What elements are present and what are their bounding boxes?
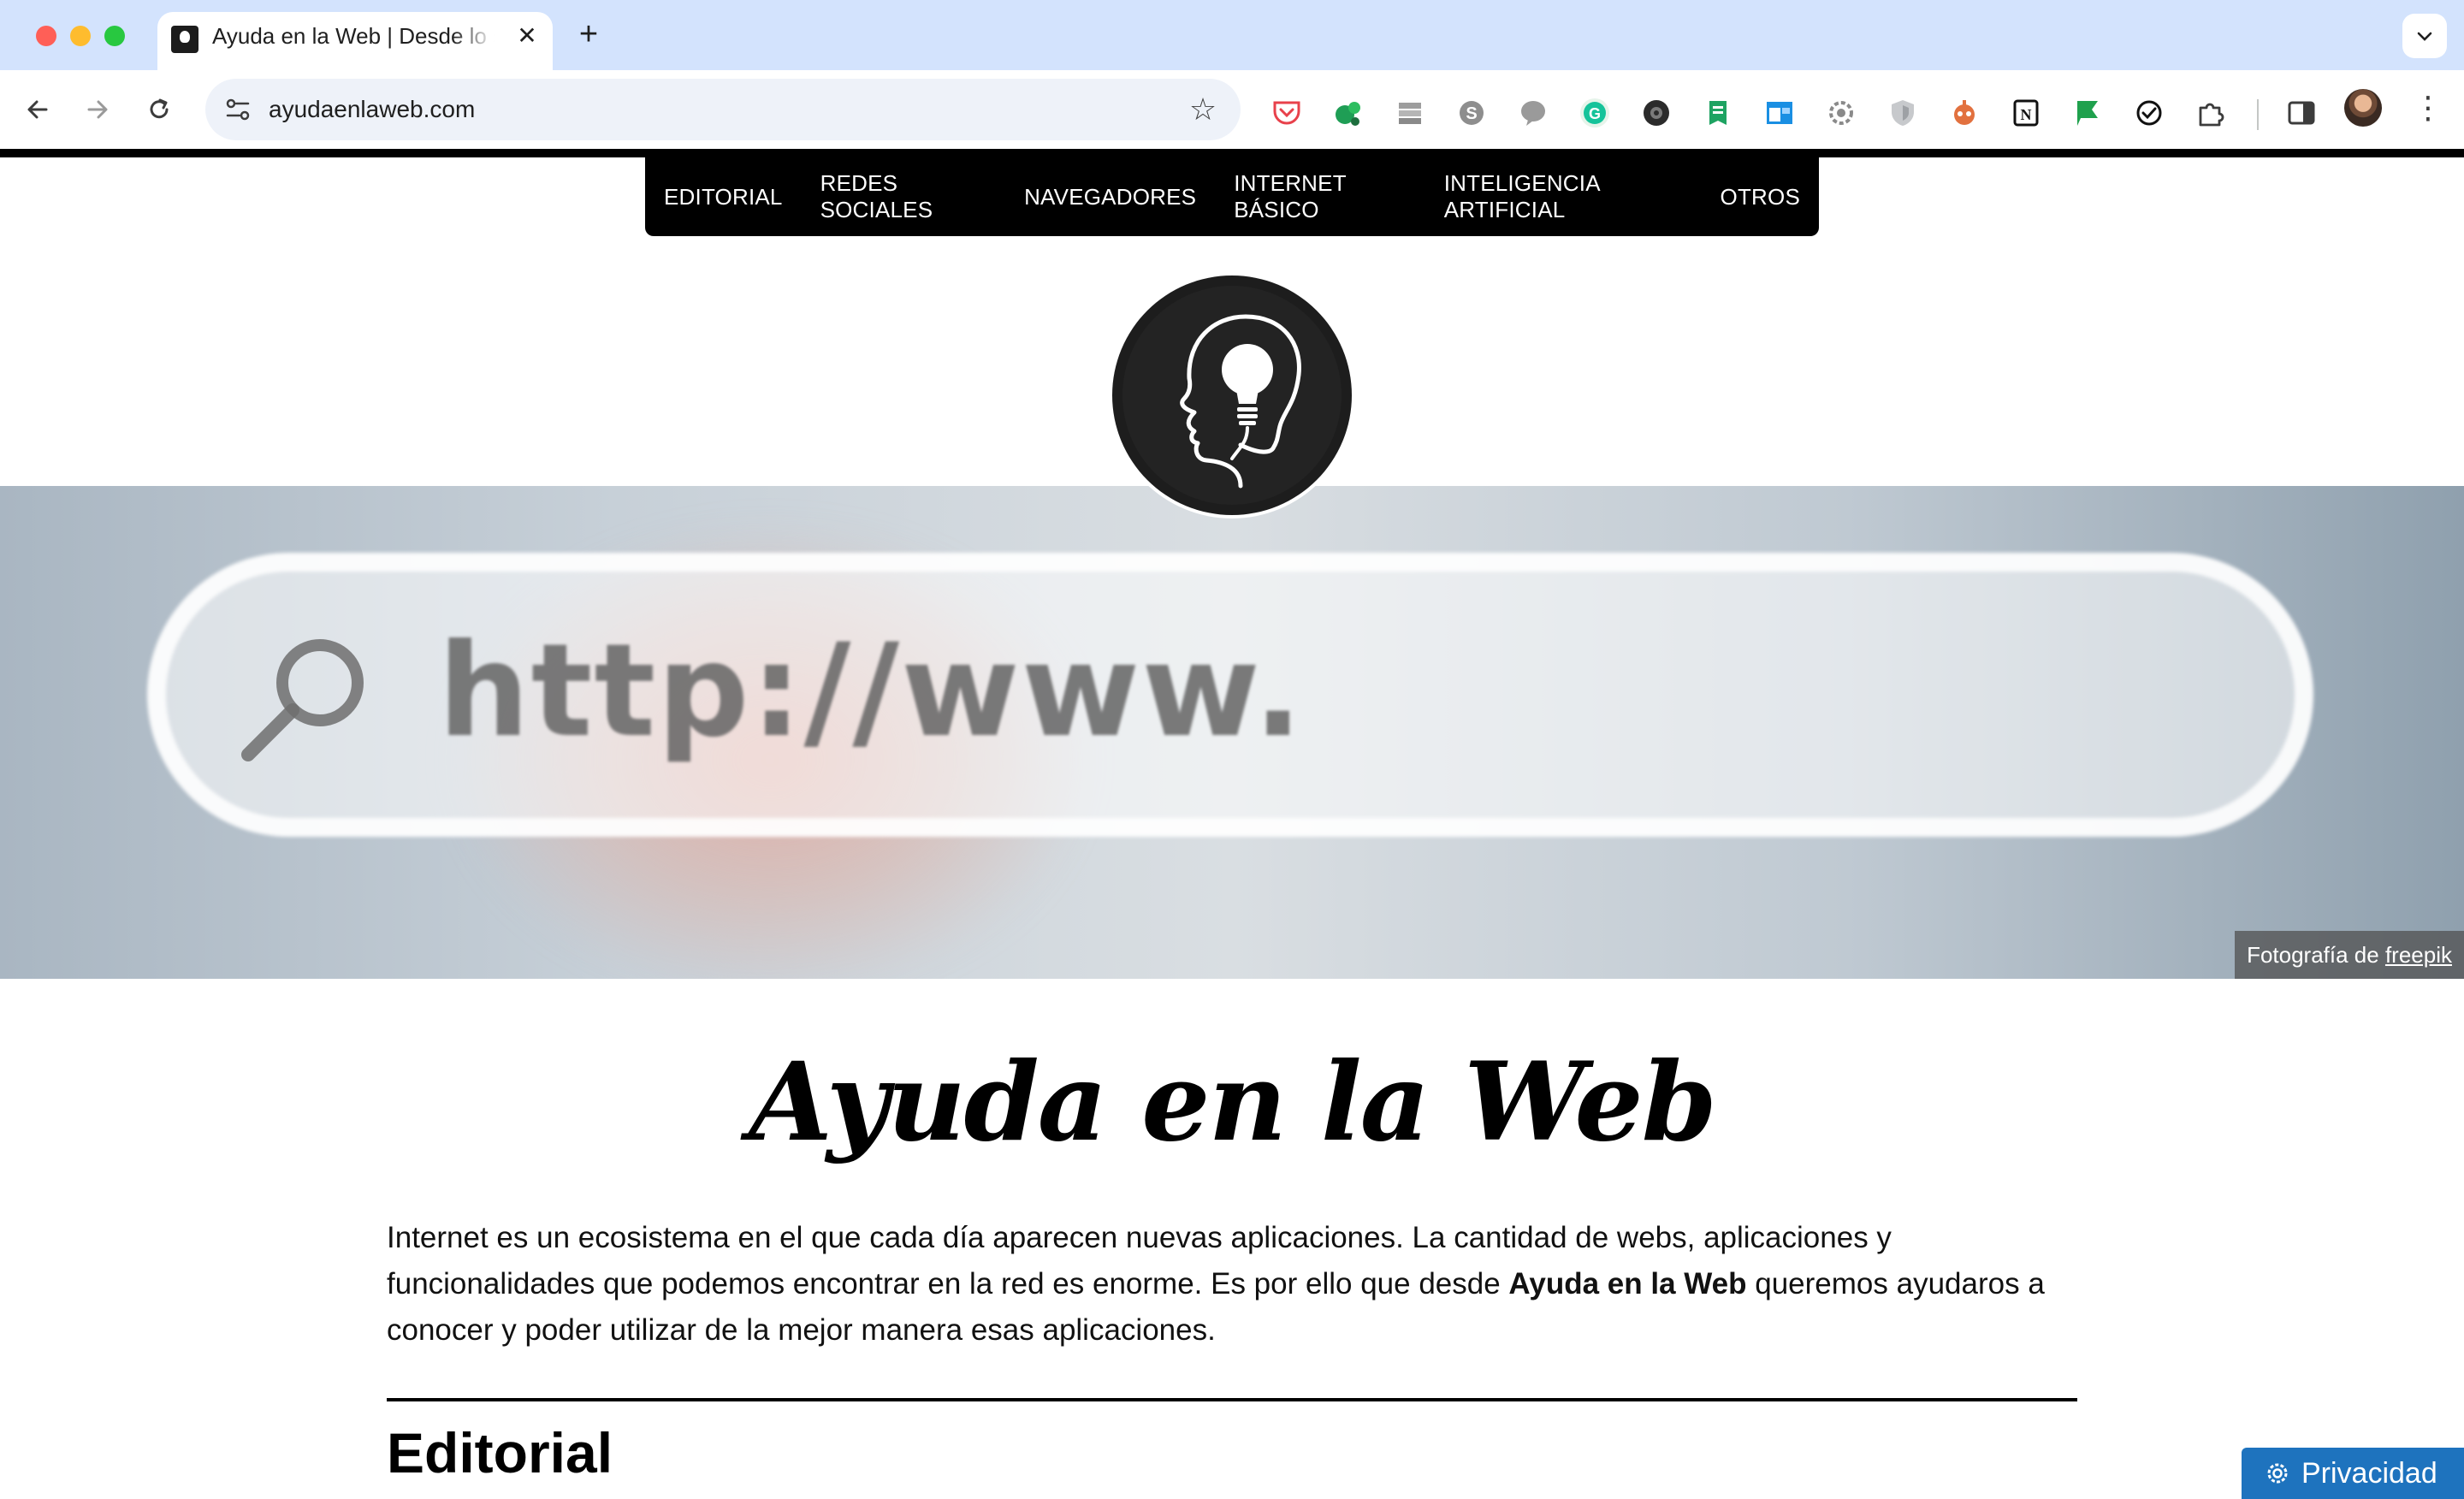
tab-search-button[interactable]: [2402, 14, 2447, 58]
chevron-down-icon: [2417, 32, 2432, 41]
page-top-border: [0, 149, 2464, 157]
forward-button[interactable]: [74, 86, 121, 133]
shield-icon[interactable]: [1887, 98, 1918, 128]
nav-item-inteligencia-artificial[interactable]: INTELIGENCIA ARTIFICIAL: [1425, 170, 1702, 223]
nav-item-editorial[interactable]: EDITORIAL: [645, 184, 802, 210]
bot-icon[interactable]: [1949, 98, 1980, 128]
stack-icon[interactable]: [1395, 98, 1425, 128]
url-text[interactable]: ayudaenlaweb.com: [269, 79, 475, 140]
check-circle-icon[interactable]: [2134, 98, 2165, 128]
grammarly-icon[interactable]: G: [1579, 98, 1610, 128]
bookmark-star-icon[interactable]: ☆: [1184, 91, 1222, 128]
nav-item-internet-basico[interactable]: INTERNET BÁSICO: [1215, 170, 1425, 223]
hero-url-text: http://www.: [438, 617, 1305, 766]
gear-flower-icon[interactable]: [1826, 98, 1857, 128]
svg-text:G: G: [1589, 105, 1601, 122]
window-icon[interactable]: [1764, 98, 1795, 128]
tab-close-icon[interactable]: ✕: [512, 21, 542, 51]
puzzle-icon[interactable]: [2195, 98, 2226, 128]
chat-icon[interactable]: [1518, 98, 1549, 128]
window-maximize-button[interactable]: [104, 26, 125, 46]
pocket-icon[interactable]: [1271, 98, 1302, 128]
head-lightbulb-icon: [1112, 276, 1352, 515]
address-bar[interactable]: ayudaenlaweb.com ☆: [205, 79, 1241, 140]
side-panel-icon[interactable]: [2286, 98, 2317, 128]
window-minimize-button[interactable]: [70, 26, 91, 46]
section-heading-editorial: Editorial: [387, 1421, 613, 1484]
intro-brand-bold: Ayuda en la Web: [1508, 1267, 1747, 1301]
page-title: Ayuda en la Web: [749, 1039, 1717, 1165]
svg-text:N: N: [2021, 106, 2032, 123]
arrow-left-icon: [27, 100, 48, 119]
site-favicon-icon: [171, 26, 198, 53]
toolbar-divider: [2257, 99, 2259, 130]
intro-paragraph: Internet es un ecosistema en el que cada…: [387, 1215, 2089, 1354]
privacy-label: Privacidad: [2301, 1457, 2437, 1490]
tab-title: Ayuda en la Web | Desde lo so: [212, 23, 495, 49]
reload-icon: [150, 98, 169, 119]
svg-text:S: S: [1466, 104, 1477, 123]
sheet-icon[interactable]: [1703, 98, 1733, 128]
section-divider: [387, 1398, 2077, 1401]
active-tab[interactable]: Ayuda en la Web | Desde lo so ✕: [157, 12, 553, 70]
back-button[interactable]: [14, 86, 62, 133]
nav-item-navegadores[interactable]: NAVEGADORES: [1005, 184, 1215, 210]
nav-item-redes-sociales[interactable]: REDES SOCIALES: [802, 170, 1005, 223]
photo-credit: Fotografía de freepik: [2235, 931, 2464, 979]
profile-avatar[interactable]: [2344, 89, 2382, 127]
evernote-icon[interactable]: [1333, 98, 1364, 128]
privacy-settings-button[interactable]: Privacidad: [2242, 1448, 2464, 1499]
flag-icon[interactable]: [2072, 98, 2103, 128]
nav-item-otros[interactable]: OTROS: [1702, 184, 1819, 210]
magnifier-icon: [241, 639, 364, 761]
skype-icon[interactable]: S: [1456, 98, 1487, 128]
tab-strip: Ayuda en la Web | Desde lo so ✕ +: [0, 0, 2464, 70]
photo-credit-prefix: Fotografía de: [2247, 942, 2385, 968]
browser-menu-icon[interactable]: ⋮: [2409, 89, 2447, 127]
photo-credit-link[interactable]: freepik: [2385, 942, 2452, 968]
site-navigation: EDITORIAL REDES SOCIALES NAVEGADORES INT…: [645, 157, 1819, 236]
new-tab-button[interactable]: +: [572, 17, 606, 51]
gear-icon: [2267, 1463, 2288, 1484]
camera-icon[interactable]: [1641, 98, 1672, 128]
site-settings-icon[interactable]: [221, 92, 255, 127]
notion-icon[interactable]: N: [2011, 98, 2041, 128]
reload-button[interactable]: [135, 86, 183, 133]
window-close-button[interactable]: [36, 26, 56, 46]
site-logo[interactable]: [1109, 272, 1355, 518]
hero-banner: http://www. Fotografía de freepik: [0, 486, 2464, 979]
browser-toolbar: ayudaenlaweb.com ☆ S G N: [0, 70, 2464, 149]
arrow-right-icon: [87, 100, 108, 119]
